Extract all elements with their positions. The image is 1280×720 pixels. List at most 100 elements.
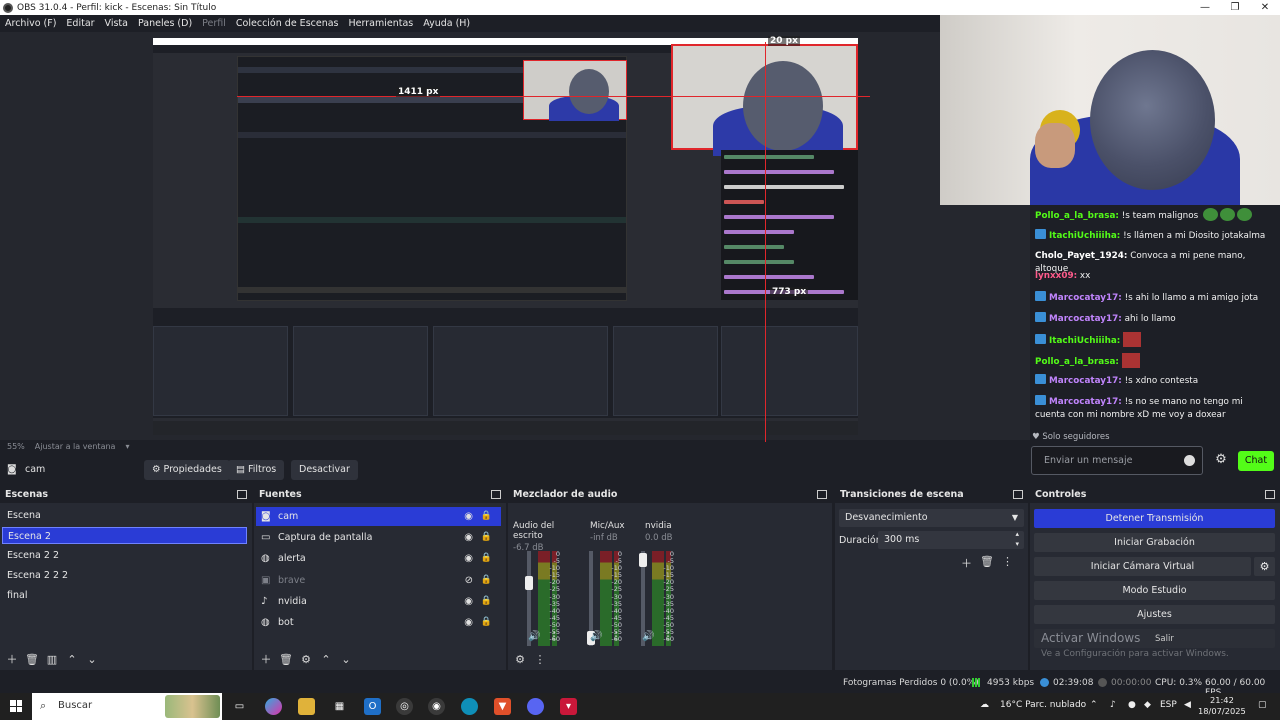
store-icon[interactable]: ▦ bbox=[331, 698, 348, 715]
arrow-up-icon[interactable]: ⌃ bbox=[64, 652, 80, 668]
start-virtual-camera-button[interactable]: Iniciar Cámara Virtual bbox=[1034, 557, 1251, 576]
scene-item-selected[interactable]: Escena 2 bbox=[2, 527, 247, 544]
chevron-down-icon[interactable]: ▾ bbox=[125, 442, 129, 451]
studio-mode-button[interactable]: Modo Estudio bbox=[1034, 581, 1275, 600]
more-options-icon[interactable]: ⋮ bbox=[532, 652, 548, 668]
preview-canvas[interactable] bbox=[153, 38, 858, 435]
weather-text[interactable]: 16°C Parc. nublado bbox=[1000, 700, 1086, 710]
preview-area[interactable]: 20 px 1411 px 773 px bbox=[0, 32, 1030, 442]
add-icon[interactable]: ＋ bbox=[4, 652, 20, 668]
lock-icon[interactable]: 🔒 bbox=[481, 571, 492, 590]
speaker-tray-icon[interactable]: ◀ bbox=[1184, 700, 1191, 710]
lock-icon[interactable]: 🔒 bbox=[481, 613, 492, 632]
source-item-bot[interactable]: ◍ bot ◉ 🔒 bbox=[256, 613, 501, 632]
undock-icon[interactable] bbox=[237, 490, 247, 499]
copilot-icon[interactable] bbox=[265, 698, 282, 715]
deactivate-button[interactable]: Desactivar bbox=[291, 460, 358, 480]
stop-streaming-button[interactable]: Detener Transmisión bbox=[1034, 509, 1275, 528]
source-item-screen-capture[interactable]: ▭ Captura de pantalla ◉ 🔒 bbox=[256, 528, 501, 547]
scene-item[interactable]: Escena 2 2 bbox=[2, 547, 247, 564]
menu-scene-collection[interactable]: Colección de Escenas bbox=[236, 18, 339, 29]
menu-tools[interactable]: Herramientas bbox=[349, 18, 414, 29]
obs-taskbar-icon[interactable]: ◉ bbox=[428, 698, 445, 715]
spin-arrows-icon[interactable]: ▴ ▾ bbox=[1015, 529, 1019, 549]
eye-icon[interactable]: ◉ bbox=[464, 549, 473, 568]
source-item-cam[interactable]: ◙ cam ◉ 🔒 bbox=[256, 507, 501, 526]
advanced-audio-icon[interactable]: ⚙ bbox=[512, 652, 528, 668]
windows-start-icon[interactable] bbox=[10, 700, 22, 712]
eye-icon[interactable]: ◉ bbox=[464, 507, 473, 526]
source-item-nvidia[interactable]: ♪ nvidia ◉ 🔒 bbox=[256, 592, 501, 611]
more-options-icon[interactable]: ⋮ bbox=[611, 631, 621, 642]
speaker-icon[interactable]: 🔊 bbox=[590, 631, 602, 642]
menu-edit[interactable]: Editar bbox=[66, 18, 94, 29]
lock-icon[interactable]: 🔒 bbox=[481, 507, 492, 526]
trash-icon[interactable]: 🗑 bbox=[24, 652, 40, 668]
minimize-button[interactable]: — bbox=[1190, 0, 1220, 15]
arrow-up-icon[interactable]: ⌃ bbox=[318, 652, 334, 668]
arrow-down-icon[interactable]: ⌄ bbox=[84, 652, 100, 668]
start-recording-button[interactable]: Iniciar Grabación bbox=[1034, 533, 1275, 552]
speaker-icon[interactable]: 🔊 bbox=[642, 631, 654, 642]
more-options-icon[interactable]: ⋮ bbox=[1002, 555, 1013, 571]
edge-icon[interactable] bbox=[461, 698, 478, 715]
emoji-icon[interactable] bbox=[1184, 455, 1195, 466]
more-options-icon[interactable]: ⋮ bbox=[663, 631, 673, 642]
chat-message-input[interactable]: Enviar un mensaje bbox=[1031, 446, 1203, 475]
filter-icon[interactable]: ▥ bbox=[44, 652, 60, 668]
brave-icon[interactable]: ▼ bbox=[494, 698, 511, 715]
notification-icon[interactable]: ▢ bbox=[1258, 700, 1267, 710]
weather-icon[interactable]: ☁ bbox=[980, 700, 989, 710]
close-button[interactable]: ✕ bbox=[1250, 0, 1280, 15]
eye-icon[interactable]: ◉ bbox=[464, 528, 473, 547]
taskbar-search[interactable]: ⌕ Buscar bbox=[32, 693, 222, 720]
filters-button[interactable]: ▤ Filtros bbox=[228, 460, 285, 480]
zoom-fit-dropdown[interactable]: Ajustar a la ventana bbox=[35, 442, 116, 451]
scene-item[interactable]: Escena 2 2 2 bbox=[2, 567, 247, 584]
file-explorer-icon[interactable] bbox=[298, 698, 315, 715]
task-view-icon[interactable]: ▭ bbox=[231, 698, 248, 715]
lock-icon[interactable]: 🔒 bbox=[481, 528, 492, 547]
fader-knob[interactable] bbox=[525, 576, 533, 590]
scene-item[interactable]: final bbox=[2, 587, 247, 604]
trash-icon[interactable]: 🗑 bbox=[278, 652, 294, 668]
chat-send-button[interactable]: Chat bbox=[1238, 451, 1274, 471]
eye-hidden-icon[interactable]: ⊘ bbox=[465, 571, 473, 590]
menu-profile[interactable]: Perfil bbox=[202, 18, 226, 29]
virtual-camera-gear-icon[interactable]: ⚙ bbox=[1254, 557, 1275, 576]
scene-item[interactable]: Escena bbox=[2, 507, 247, 524]
nvidia-tray-icon[interactable]: ◆ bbox=[1144, 700, 1151, 710]
eye-icon[interactable]: ◉ bbox=[464, 613, 473, 632]
menu-docks[interactable]: Paneles (D) bbox=[138, 18, 192, 29]
menu-help[interactable]: Ayuda (H) bbox=[423, 18, 470, 29]
undock-icon[interactable] bbox=[491, 490, 501, 499]
clock[interactable]: 21:42 18/07/2025 bbox=[1198, 695, 1246, 717]
nvidia-app-icon[interactable]: ◎ bbox=[396, 698, 413, 715]
duration-input[interactable]: 300 ms ▴ ▾ bbox=[878, 529, 1024, 549]
fader-knob[interactable] bbox=[639, 553, 647, 567]
menu-file[interactable]: Archivo (F) bbox=[5, 18, 56, 29]
speaker-icon[interactable]: 🔊 bbox=[528, 631, 540, 642]
exit-label[interactable]: Salir bbox=[1155, 634, 1174, 644]
add-icon[interactable]: ＋ bbox=[258, 652, 274, 668]
outlook-icon[interactable]: O bbox=[364, 698, 381, 715]
pdf-app-icon[interactable]: ▾ bbox=[560, 698, 577, 715]
gear-icon[interactable]: ⚙ bbox=[298, 652, 314, 668]
source-item-brave[interactable]: ▣ brave ⊘ 🔒 bbox=[256, 571, 501, 590]
maximize-button[interactable]: ❐ bbox=[1220, 0, 1250, 15]
source-item-alerta[interactable]: ◍ alerta ◉ 🔒 bbox=[256, 549, 501, 568]
volume-tray-icon[interactable]: ♪ bbox=[1110, 700, 1116, 710]
lock-icon[interactable]: 🔒 bbox=[481, 549, 492, 568]
add-icon[interactable]: ＋ bbox=[961, 555, 972, 571]
transition-select[interactable]: Desvanecimiento ▼ bbox=[839, 509, 1024, 527]
properties-button[interactable]: ⚙ Propiedades bbox=[144, 460, 230, 480]
eye-icon[interactable]: ◉ bbox=[464, 592, 473, 611]
tray-chevron-icon[interactable]: ⌃ bbox=[1090, 700, 1098, 710]
mic-tray-icon[interactable]: ● bbox=[1128, 700, 1136, 710]
lock-icon[interactable]: 🔒 bbox=[481, 592, 492, 611]
discord-icon[interactable] bbox=[527, 698, 544, 715]
chat-settings-gear-icon[interactable]: ⚙ bbox=[1213, 452, 1229, 468]
trash-icon[interactable]: 🗑 bbox=[980, 555, 994, 571]
undock-icon[interactable] bbox=[817, 490, 827, 499]
settings-button[interactable]: Ajustes bbox=[1034, 605, 1275, 624]
